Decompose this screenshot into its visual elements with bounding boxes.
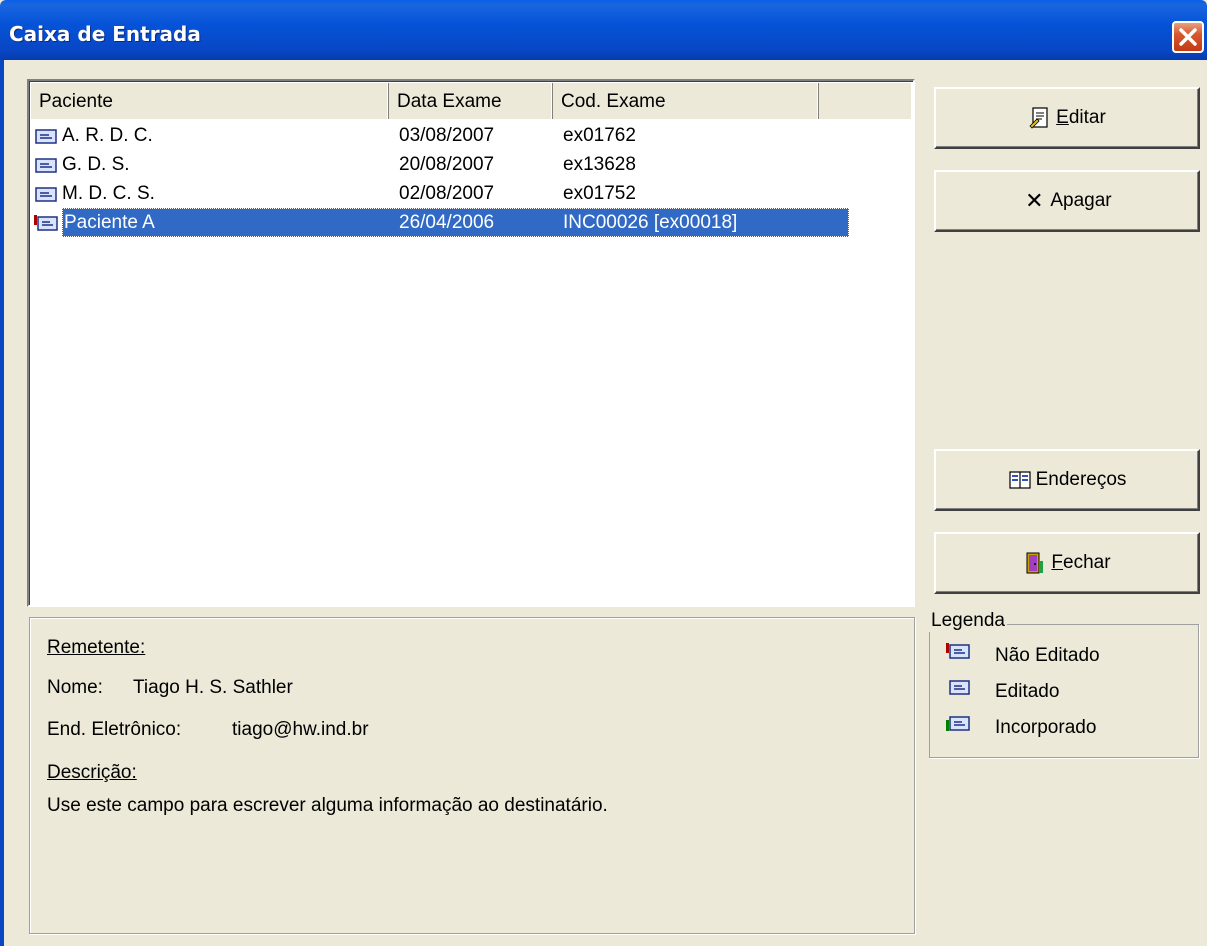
exam-date-cell: 02/08/2007 — [399, 183, 495, 204]
edit-button[interactable]: Editar — [934, 87, 1200, 149]
column-header-exam-date[interactable]: Data Exame — [389, 83, 553, 119]
exam-date-cell: 26/04/2006 — [399, 212, 495, 233]
delete-button[interactable]: ✕ Apagar — [934, 170, 1200, 232]
patient-cell: G. D. S. — [62, 154, 130, 175]
window-frame — [0, 60, 4, 946]
exam-code-cell: ex01752 — [563, 183, 636, 204]
sender-name-label: Nome: — [47, 677, 103, 698]
exam-code-cell: ex13628 — [563, 154, 636, 175]
edited-icon — [949, 680, 970, 695]
description-heading: Descrição: — [47, 762, 137, 783]
table-row[interactable]: M. D. C. S. 02/08/2007 ex01752 — [31, 179, 913, 208]
incorporated-icon — [946, 716, 970, 731]
table-row[interactable]: G. D. S. 20/08/2007 ex13628 — [31, 150, 913, 179]
patient-cell: Paciente A — [64, 212, 155, 233]
description-text: Use este campo para escrever alguma info… — [47, 795, 608, 816]
window-title: Caixa de Entrada — [9, 22, 201, 46]
title-bar: Caixa de Entrada — [0, 0, 1207, 60]
sender-panel — [29, 617, 915, 934]
address-book-icon — [1008, 471, 1031, 489]
not-edited-icon — [34, 215, 58, 231]
sender-email-label: End. Eletrônico: — [47, 719, 182, 740]
table-row-selected[interactable]: Paciente A 26/04/2006 INC00026 [ex00018] — [31, 208, 913, 237]
edit-button-label: Editar — [1056, 107, 1106, 128]
addresses-button-label: Endereços — [1035, 469, 1127, 490]
delete-button-label: Apagar — [1050, 190, 1112, 211]
close-window-button[interactable] — [1172, 21, 1204, 53]
patient-cell: M. D. C. S. — [62, 183, 155, 204]
exam-code-cell: ex01762 — [563, 125, 636, 146]
sender-name: Tiago H. S. Sathler — [133, 677, 293, 698]
legend-title: Legenda — [929, 610, 1007, 632]
sender-heading: Remetente: — [47, 637, 146, 658]
legend-label-incorporated: Incorporado — [995, 717, 1097, 738]
close-button-label: Fechar — [1051, 552, 1111, 573]
x-icon: ✕ — [1025, 188, 1044, 213]
sender-email: tiago@hw.ind.br — [232, 719, 369, 740]
column-header-filler — [819, 83, 915, 119]
edited-icon — [35, 129, 57, 144]
not-edited-icon — [946, 643, 970, 659]
message-list[interactable]: Paciente Data Exame Cod. Exame A. R. D. … — [27, 79, 915, 607]
patient-cell: A. R. D. C. — [62, 125, 153, 146]
table-row[interactable]: A. R. D. C. 03/08/2007 ex01762 — [31, 121, 913, 150]
edit-doc-icon — [1029, 107, 1048, 129]
column-header-patient[interactable]: Paciente — [31, 83, 389, 119]
close-icon — [1179, 28, 1197, 46]
edited-icon — [35, 187, 57, 202]
legend-label-edited: Editado — [995, 681, 1060, 702]
close-button[interactable]: Fechar — [934, 532, 1200, 594]
addresses-button[interactable]: Endereços — [934, 449, 1200, 511]
exam-date-cell: 03/08/2007 — [399, 125, 495, 146]
exam-code-cell: INC00026 [ex00018] — [563, 212, 738, 233]
exam-date-cell: 20/08/2007 — [399, 154, 495, 175]
exit-door-icon — [1026, 552, 1044, 574]
legend-label-not-edited: Não Editado — [995, 645, 1100, 666]
list-header: Paciente Data Exame Cod. Exame — [31, 83, 911, 119]
edited-icon — [35, 158, 57, 173]
column-header-exam-code[interactable]: Cod. Exame — [553, 83, 819, 119]
